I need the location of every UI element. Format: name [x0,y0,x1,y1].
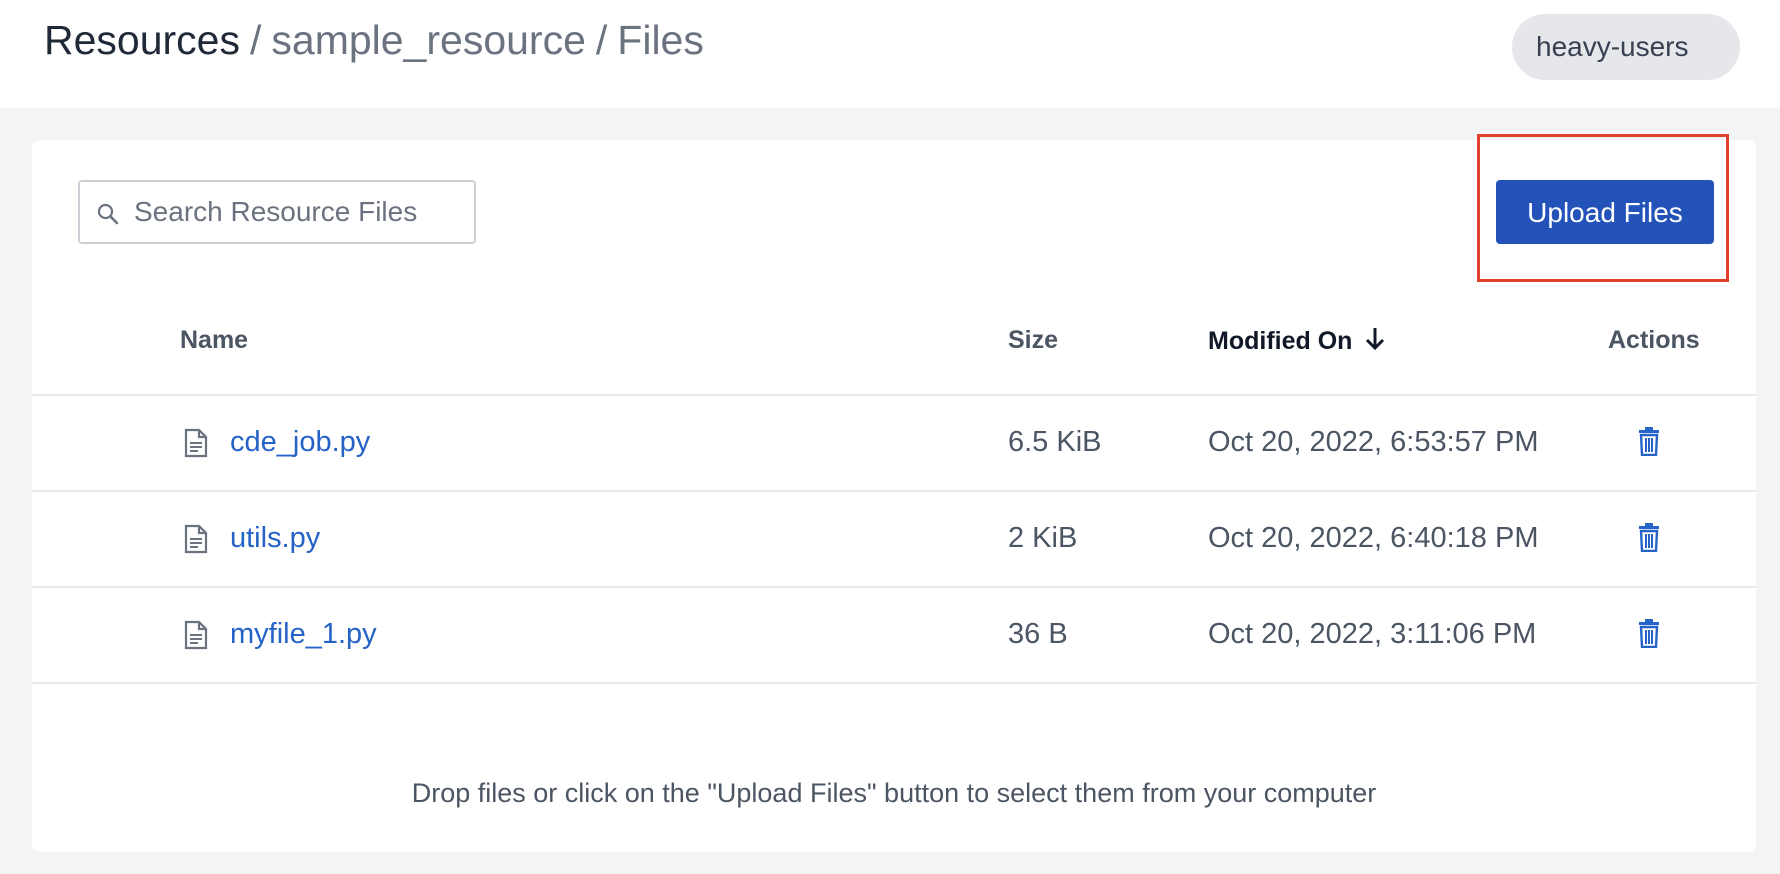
trash-icon[interactable] [1636,426,1662,456]
user-group-badge[interactable]: heavy-users [1512,14,1740,80]
column-header-actions: Actions [1608,326,1700,354]
column-header-size[interactable]: Size [1008,326,1058,355]
breadcrumb: Resources / sample_resource / Files [44,18,704,62]
search-input[interactable] [134,182,464,242]
breadcrumb-resources[interactable]: Resources [44,17,240,63]
upload-files-button[interactable]: Upload Files [1496,180,1714,244]
top-bar: Resources / sample_resource / Files heavy-us… [0,0,1780,108]
table-header: Name Size Modified On Actions [32,300,1756,396]
drop-zone-hint[interactable]: Drop files or click on the "Upload Files… [32,778,1756,809]
file-icon [184,428,208,458]
file-modified-date: Oct 20, 2022, 6:53:57 PM [1208,426,1539,458]
arrow-down-icon [1366,328,1385,351]
file-name-link[interactable]: utils.py [230,522,320,555]
breadcrumb-current: Files [617,17,704,63]
file-modified-date: Oct 20, 2022, 6:40:18 PM [1208,522,1539,554]
column-header-modified-on[interactable]: Modified On [1208,326,1386,356]
breadcrumb-separator: / [249,17,262,63]
breadcrumb-separator: / [595,17,608,63]
file-size: 6.5 KiB [1008,426,1102,458]
table-row: myfile_1.py 36 B Oct 20, 2022, 3:11:06 P… [32,588,1756,684]
file-list: cde_job.py 6.5 KiB Oct 20, 2022, 6:53:57… [32,396,1756,684]
trash-icon[interactable] [1636,522,1662,552]
breadcrumb-sample-resource[interactable]: sample_resource [271,17,586,63]
file-icon [184,524,208,554]
table-row: cde_job.py 6.5 KiB Oct 20, 2022, 6:53:57… [32,396,1756,492]
file-name-link[interactable]: cde_job.py [230,426,370,459]
table-row: utils.py 2 KiB Oct 20, 2022, 6:40:18 PM [32,492,1756,588]
files-card: Upload Files Name Size Modified On Actio… [32,134,1756,852]
file-size: 36 B [1008,618,1068,650]
search-icon [97,203,119,225]
file-size: 2 KiB [1008,522,1078,554]
file-icon [184,620,208,650]
trash-icon[interactable] [1636,618,1662,648]
search-box[interactable] [78,180,476,244]
file-name-link[interactable]: myfile_1.py [230,618,377,651]
column-header-modified-on-label: Modified On [1208,327,1353,355]
column-header-name[interactable]: Name [180,326,248,355]
file-modified-date: Oct 20, 2022, 3:11:06 PM [1208,618,1537,650]
